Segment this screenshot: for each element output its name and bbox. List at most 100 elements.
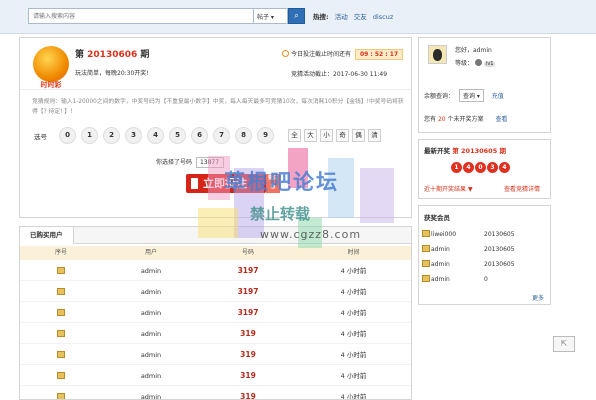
top-search-bar: 帖子 ▾ ⌕ 热搜: 活动 交友 discuz — [0, 0, 596, 34]
digit-ball-5[interactable]: 5 — [169, 127, 186, 144]
row-user: admin — [140, 330, 162, 338]
check-detail-link[interactable]: 查看竞猜详情 — [504, 184, 540, 193]
winner-row: admin 20130605 — [422, 258, 547, 272]
avatar[interactable] — [428, 45, 447, 64]
level-label: 等级： — [455, 60, 474, 67]
col-time: 时间 — [347, 249, 360, 256]
row-number: 3197 — [237, 308, 259, 317]
row-user: admin — [140, 267, 162, 275]
quick-even-button[interactable]: 偶 — [352, 129, 365, 142]
winners-panel: 获奖会员 liwei000 20130605 admin 20130605 ad… — [418, 205, 551, 305]
quick-small-button[interactable]: 小 — [320, 129, 333, 142]
winner-name[interactable]: admin — [431, 276, 450, 283]
recharge-link[interactable]: 充值 — [492, 93, 504, 100]
bet-now-label: 立即投注 — [203, 177, 247, 190]
row-number: 319 — [240, 371, 256, 380]
ten-results-link[interactable]: 近十期开奖结果 ▼ — [424, 184, 473, 193]
result-ball: 1 — [451, 162, 462, 173]
row-number: 319 — [240, 350, 256, 359]
level-badge: lv1 — [483, 61, 496, 67]
row-time: 4 小时前 — [340, 288, 367, 296]
unopened-plans: 您有 20 个未开奖方案 查看 — [424, 114, 507, 123]
clock-icon — [282, 50, 289, 57]
row-user: admin — [140, 288, 162, 296]
result-ball: 3 — [487, 162, 498, 173]
ticket-icon — [57, 288, 65, 295]
digit-ball-4[interactable]: 4 — [147, 127, 164, 144]
countdown: 09 : 52 : 17 — [354, 49, 404, 60]
row-number: 3197 — [237, 266, 259, 275]
winner-name[interactable]: liwei000 — [431, 231, 456, 238]
hot-search-label: 热搜: — [313, 13, 329, 21]
row-user: admin — [140, 351, 162, 359]
digit-ball-1[interactable]: 1 — [81, 127, 98, 144]
balance-select[interactable]: 查询 ▾ — [458, 89, 484, 102]
table-row: admin 319 4 小时前 — [20, 387, 411, 400]
row-user: admin — [140, 309, 162, 317]
winner-icon — [422, 245, 430, 252]
search-type-select[interactable]: 帖子 ▾ — [254, 8, 288, 24]
search-input[interactable] — [28, 8, 254, 24]
rule-summary: 玩法简单，每晚20:30开奖! — [75, 70, 149, 77]
row-time: 4 小时前 — [340, 330, 367, 338]
unopened-count: 20 — [437, 116, 446, 123]
latest-title: 最新开奖 第 20130605 期 — [424, 145, 506, 155]
quick-odd-button[interactable]: 奇 — [336, 129, 349, 142]
bet-now-button[interactable]: 立即投注 要注意 — [186, 174, 280, 193]
tab-buyers[interactable]: 已购买用户 — [20, 227, 74, 244]
row-time: 4 小时前 — [340, 393, 367, 400]
table-row: admin 3197 4 小时前 — [20, 303, 411, 323]
latest-balls: 1 4 0 3 4 — [451, 162, 510, 173]
result-ball: 4 — [463, 162, 474, 173]
table-row: admin 319 4 小时前 — [20, 324, 411, 344]
digit-ball-8[interactable]: 8 — [235, 127, 252, 144]
digit-ball-3[interactable]: 3 — [125, 127, 142, 144]
search-button[interactable]: ⌕ — [288, 8, 305, 24]
chosen-number: 你选择了号码 13877 — [156, 157, 224, 168]
balance-row: 余额查询： 查询 ▾ 充值 — [424, 89, 504, 102]
deadline-label: 今日投注截止时间还有 — [291, 51, 352, 58]
buyers-table: 已购买用户 序号 用户 号码 时间 admin 3197 4 小时前 admin… — [19, 226, 412, 400]
row-time: 4 小时前 — [340, 267, 367, 275]
table-header: 序号 用户 号码 时间 — [20, 246, 411, 260]
quick-big-button[interactable]: 大 — [304, 129, 317, 142]
view-plans-link[interactable]: 查看 — [495, 116, 507, 123]
digit-ball-0[interactable]: 0 — [59, 127, 76, 144]
winner-row: admin 20130605 — [422, 243, 547, 257]
row-number: 319 — [240, 329, 256, 338]
digit-ball-7[interactable]: 7 — [213, 127, 230, 144]
unopened-prefix: 您有 — [424, 116, 437, 123]
user-info-panel: 您好，admin 等级： lv1 余额查询： 查询 ▾ 充值 您有 20 个未开… — [418, 37, 551, 133]
winner-name[interactable]: admin — [431, 261, 450, 268]
quick-all-button[interactable]: 全 — [288, 129, 301, 142]
hot-search-item[interactable]: 交友 — [354, 13, 367, 21]
back-to-top-icon: ⇱ — [560, 339, 568, 348]
hot-search-item[interactable]: discuz — [373, 13, 393, 21]
greeting: 您好，admin — [455, 47, 492, 54]
digit-ball-2[interactable]: 2 — [103, 127, 120, 144]
winner-icon — [422, 260, 430, 267]
divider — [20, 89, 411, 90]
row-time: 4 小时前 — [340, 309, 367, 317]
result-ball: 4 — [499, 162, 510, 173]
search-type-label: 帖子 — [257, 14, 270, 21]
ticket-icon — [57, 393, 65, 399]
issue-prefix: 第 — [75, 50, 85, 60]
col-user: 用户 — [144, 249, 157, 256]
back-to-top-button[interactable]: ⇱ — [553, 336, 575, 352]
hot-search-item[interactable]: 活动 — [335, 13, 348, 21]
digit-ball-6[interactable]: 6 — [191, 127, 208, 144]
issue-title: 第 20130606 期 — [75, 47, 149, 60]
row-user: admin — [140, 393, 162, 400]
chosen-value: 13877 — [195, 157, 224, 168]
quick-clear-button[interactable]: 清 — [368, 129, 381, 142]
digit-ball-9[interactable]: 9 — [257, 127, 274, 144]
more-link[interactable]: 更多 — [532, 293, 544, 302]
deadline: 今日投注截止时间还有 09 : 52 : 17 — [282, 49, 404, 60]
balance-label: 余额查询： — [424, 93, 455, 100]
row-number: 3197 — [237, 287, 259, 296]
winner-issue: 20130605 — [484, 261, 515, 268]
winner-name[interactable]: admin — [431, 246, 450, 253]
balance-select-value: 查询 — [462, 93, 475, 100]
ticket-icon — [57, 372, 65, 379]
